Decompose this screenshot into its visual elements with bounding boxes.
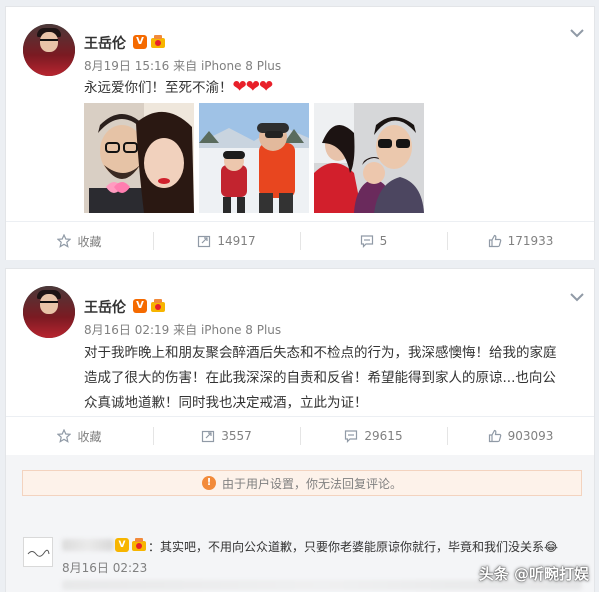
post-source: 来自 iPhone 8 Plus [173, 323, 282, 337]
commenter-avatar[interactable] [23, 537, 53, 567]
post-meta: 8月19日 15:16 来自 iPhone 8 Plus [84, 57, 281, 74]
star-icon [57, 234, 72, 248]
comment-time: 8月16日 02:23 [62, 561, 148, 575]
favorite-button[interactable]: 收藏 [6, 222, 153, 260]
forward-count: 3557 [221, 429, 252, 443]
forward-button[interactable]: 3557 [153, 417, 300, 455]
favorite-label: 收藏 [77, 234, 102, 249]
like-count: 171933 [507, 234, 554, 248]
comment-count: 5 [379, 234, 388, 248]
verified-badge-icon: V [115, 538, 129, 552]
comment-icon [345, 430, 358, 443]
like-count: 903093 [507, 429, 554, 443]
commenter-name-blurred[interactable] [62, 539, 114, 551]
share-icon [202, 430, 215, 443]
post-text-line: 对于我昨晚上和朋友聚会醉酒后失态和不检点的行为，我深感懊悔！给我的家庭 [84, 345, 557, 361]
verified-badge-icon: V [133, 299, 147, 313]
post-text: 对于我昨晚上和朋友聚会醉酒后失态和不检点的行为，我深感懊悔！给我的家庭 造成了很… [84, 341, 584, 416]
fan-badge-icon [151, 299, 165, 312]
comment-icon [360, 235, 373, 248]
author-name[interactable]: 王岳伦 [84, 33, 126, 53]
comment-button[interactable]: 5 [300, 222, 447, 260]
heart-emoji: ❤❤❤ [232, 77, 274, 97]
notice-text: 由于用户设置，你无法回复评论。 [221, 476, 402, 491]
thumbs-up-icon [488, 234, 501, 248]
comment-text: ：其实吧，不用向公众道歉，只要你老婆能原谅你就行，毕竟和我们没关系😂 [148, 540, 559, 554]
forward-count: 14917 [217, 234, 256, 248]
forward-button[interactable]: 14917 [153, 222, 300, 260]
author-name[interactable]: 王岳伦 [84, 297, 126, 317]
comment-button[interactable]: 29615 [300, 417, 447, 455]
post-source: 来自 iPhone 8 Plus [173, 59, 282, 73]
photo-family-car[interactable] [314, 103, 424, 213]
laugh-cry-emoji: 😂 [544, 540, 559, 554]
post-text: 永远爱你们！至死不渝！❤❤❤ [84, 77, 274, 97]
post-time[interactable]: 8月16日 02:19 [84, 323, 169, 337]
warning-icon: ! [201, 476, 216, 490]
verified-badge-icon: V [133, 35, 147, 49]
action-bar: 收藏 14917 5 171933 [6, 221, 594, 260]
chevron-down-icon[interactable] [568, 291, 586, 303]
author-avatar[interactable] [23, 24, 75, 76]
like-button[interactable]: 171933 [447, 222, 594, 260]
post-text-line: 众真诚地道歉！同时我也决定戒酒，立此为证！ [84, 395, 368, 411]
share-icon [198, 235, 211, 248]
post-text-line: 造成了很大的伤害！在此我深深的自责和反省！希望能得到家人的原谅...也向公 [84, 370, 556, 386]
fan-badge-icon [151, 35, 165, 48]
fan-badge-icon [132, 538, 146, 551]
chevron-down-icon[interactable] [568, 27, 586, 39]
post-meta: 8月16日 02:19 来自 iPhone 8 Plus [84, 321, 281, 338]
favorite-button[interactable]: 收藏 [6, 417, 153, 455]
reply-disabled-notice: ! 由于用户设置，你无法回复评论。 [22, 470, 582, 496]
favorite-label: 收藏 [77, 429, 102, 444]
star-icon [57, 429, 72, 443]
author-avatar[interactable] [23, 286, 75, 338]
thumbs-up-icon [488, 429, 501, 443]
weibo-post-2: 王岳伦 V 8月16日 02:19 来自 iPhone 8 Plus 对于我昨晚… [5, 268, 595, 455]
photo-ski-family[interactable] [199, 103, 309, 213]
weibo-post-1: 王岳伦 V 8月19日 15:16 来自 iPhone 8 Plus 永远爱你们… [5, 6, 595, 260]
watermark: 头条 @听畹打娱 [478, 565, 589, 583]
post-time[interactable]: 8月19日 15:16 [84, 59, 169, 73]
like-button[interactable]: 903093 [447, 417, 594, 455]
photo-couple-selfie[interactable] [84, 103, 194, 213]
action-bar: 收藏 3557 29615 903093 [6, 416, 594, 455]
comment-count: 29615 [364, 429, 403, 443]
